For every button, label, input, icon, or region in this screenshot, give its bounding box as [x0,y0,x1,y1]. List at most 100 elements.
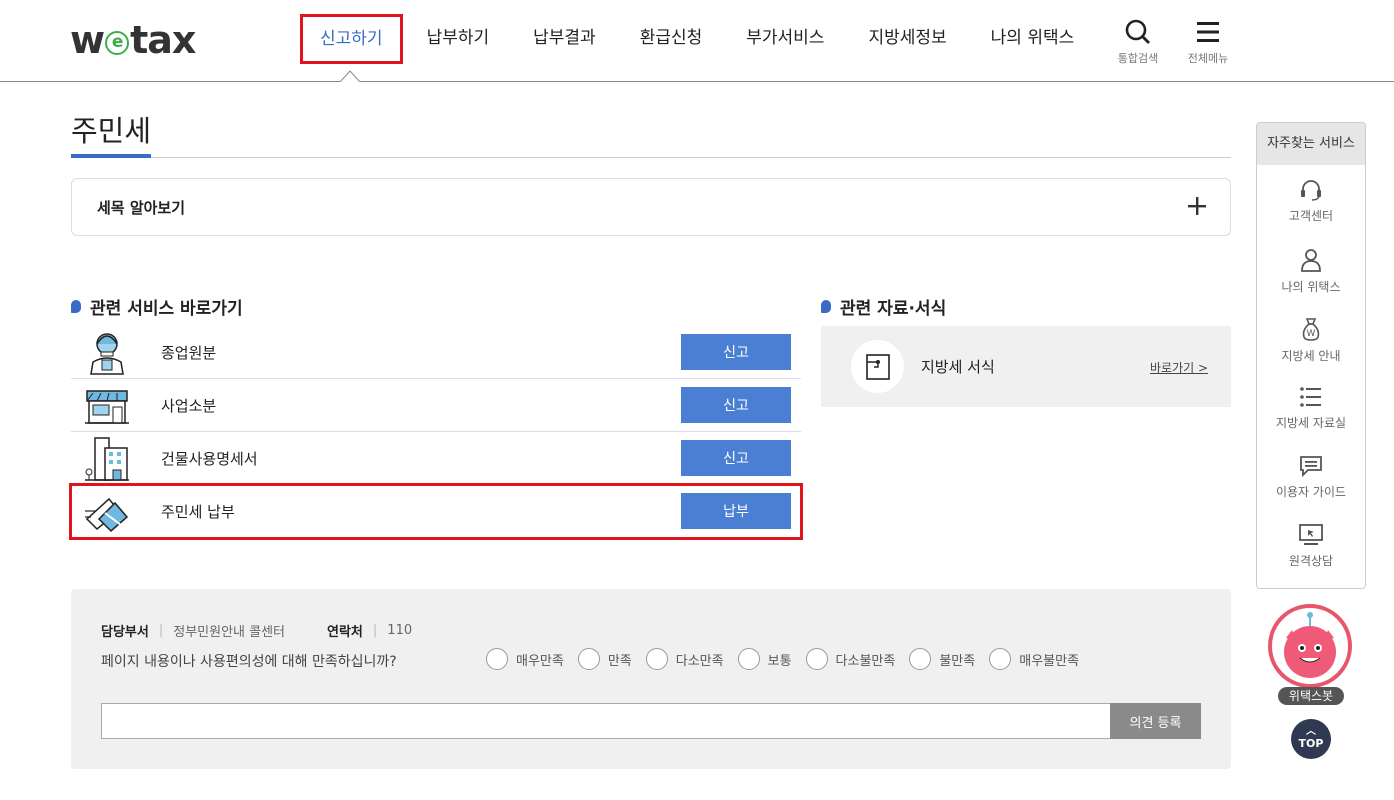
wetax-logo[interactable]: w e tax [70,18,196,62]
service-row-building: 건물사용명세서 신고 [71,432,801,485]
resident-tax-pay-button[interactable]: 납부 [681,493,791,529]
hamburger-menu-icon [1197,22,1219,42]
radio-button[interactable] [645,648,668,670]
satisfaction-survey: 담당부서 | 정부민원안내 콜센터 연락처 | 110 페이지 내용이나 사용편… [71,589,1231,769]
resource-icon-circle [851,340,904,393]
logo-w: w [70,18,105,62]
service-row-employee: 종업원분 신고 [71,326,801,379]
service-row-business: 사업소분 신고 [71,379,801,432]
service-label: 건물사용명세서 [161,450,258,468]
all-menu-label: 전체메뉴 [1187,52,1229,65]
title-divider [71,157,1231,158]
service-row-resident-tax-payment: 주민세 납부 납부 [69,483,803,540]
title-underline [71,154,151,158]
business-report-button[interactable]: 신고 [681,387,791,423]
rating-neutral[interactable]: 보통 [737,648,792,670]
opinion-input[interactable] [101,703,1111,739]
plus-icon [1188,197,1206,215]
site-header: w e tax 신고하기 납부하기 납부결과 환급신청 부가서비스 지방세정보 나의… [0,0,1394,82]
service-list: 종업원분 신고 사업소분 신고 건물사용명세서 신고 주민세 납부 납부 [69,326,803,540]
go-to-link[interactable]: 바로가기 > [1150,359,1208,376]
resources-title-text: 관련 자료·서식 [840,299,947,319]
all-menu-button[interactable]: 전체메뉴 [1178,18,1238,66]
money-bag-icon: W [1302,318,1320,341]
resource-label: 지방세 서식 [921,358,995,376]
radio-button[interactable] [737,648,760,670]
logo-e: e [105,31,130,55]
radio-button[interactable] [577,648,600,670]
nav-payment-result[interactable]: 납부결과 [533,14,596,62]
form-envelope-icon [866,354,890,380]
dept-value: 정부민원안내 콜센터 [173,625,286,640]
quick-my-wetax[interactable]: 나의 위택스 [1257,234,1365,303]
rating-very-satisfied[interactable]: 매우만족 [486,648,564,670]
employee-report-button[interactable]: 신고 [681,334,791,370]
person-icon [1301,249,1321,272]
radio-button[interactable] [989,648,1012,670]
rating-options: 매우만족 만족 다소만족 보통 다소불만족 불만족 매우불만족 [486,648,1093,670]
nav-pointer-icon [340,70,360,82]
chat-icon [1300,456,1322,477]
search-label: 통합검색 [1117,52,1159,65]
accordion-label: 세목 알아보기 [97,199,186,217]
quick-local-tax-library[interactable]: 지방세 자료실 [1257,372,1365,441]
quick-user-guide[interactable]: 이용자 가이드 [1257,441,1365,510]
services-section-title: 관련 서비스 바로가기 [71,294,243,319]
resources-section-title: 관련 자료·서식 [821,294,946,319]
quick-remote-consult[interactable]: 원격상담 [1257,510,1365,579]
page-title: 주민세 [71,114,152,148]
headset-icon [1301,180,1321,201]
building-report-button[interactable]: 신고 [681,440,791,476]
quick-customer-center[interactable]: 고객센터 [1257,165,1365,234]
radio-button[interactable] [805,648,828,670]
rating-satisfied[interactable]: 만족 [577,648,632,670]
store-icon [85,390,129,424]
quick-local-tax-guide[interactable]: W 지방세 안내 [1257,303,1365,372]
logo-tax: tax [130,18,196,62]
service-label: 주민세 납부 [161,503,235,521]
survey-question: 페이지 내용이나 사용편의성에 대해 만족하십니까? [101,654,397,670]
department-info: 담당부서 | 정부민원안내 콜센터 연락처 | 110 [101,621,412,640]
radio-button[interactable] [486,648,508,670]
section-bullet-icon [821,300,831,313]
rating-dissatisfied[interactable]: 불만족 [909,648,975,670]
quick-menu-title: 자주찾는 서비스 [1257,123,1365,165]
divider: | [372,623,378,638]
services-title-text: 관련 서비스 바로가기 [90,299,243,319]
main-nav: 신고하기 납부하기 납부결과 환급신청 부가서비스 지방세정보 나의 위택스 [300,14,1074,64]
nav-local-tax-info[interactable]: 지방세정보 [868,14,946,62]
nav-file-report[interactable]: 신고하기 [300,14,403,64]
card-payment-icon [85,497,129,533]
list-icon [1300,387,1321,407]
svg-text:W: W [1307,329,1316,339]
submit-opinion-button[interactable]: 의견 등록 [1110,703,1201,739]
nav-payment[interactable]: 납부하기 [427,14,490,62]
divider: | [158,623,164,638]
contact-label: 연락처 [327,625,363,640]
building-icon [85,437,129,481]
wetax-chatbot[interactable]: 위택스봇 [1268,604,1354,705]
quick-menu: 자주찾는 서비스 고객센터 나의 위택스 W 지방세 안내 지방세 자료실 이용… [1256,122,1366,589]
resource-local-tax-forms: 지방세 서식 바로가기 > [821,326,1231,407]
radio-button[interactable] [909,648,932,670]
chatbot-label: 위택스봇 [1278,687,1344,705]
search-icon [1125,19,1150,44]
contact-value: 110 [387,623,413,638]
chevron-up-icon: ︿ [1306,726,1316,737]
nav-refund[interactable]: 환급신청 [640,14,703,62]
service-label: 종업원분 [161,344,217,362]
chatbot-mascot-icon [1268,604,1352,688]
rating-somewhat-dissatisfied[interactable]: 다소불만족 [805,648,895,670]
nav-my-wetax[interactable]: 나의 위택스 [991,14,1075,62]
rating-somewhat-satisfied[interactable]: 다소만족 [645,648,724,670]
scroll-top-button[interactable]: ︿ TOP [1291,719,1331,759]
nav-additional-services[interactable]: 부가서비스 [746,14,824,62]
tax-item-accordion[interactable]: 세목 알아보기 [71,178,1231,236]
monitor-icon [1299,524,1323,545]
rating-very-dissatisfied[interactable]: 매우불만족 [989,648,1079,670]
section-bullet-icon [71,300,81,313]
employee-icon [90,333,124,375]
service-label: 사업소분 [161,397,217,415]
search-button[interactable]: 통합검색 [1108,18,1168,66]
dept-label: 담당부서 [101,625,149,640]
